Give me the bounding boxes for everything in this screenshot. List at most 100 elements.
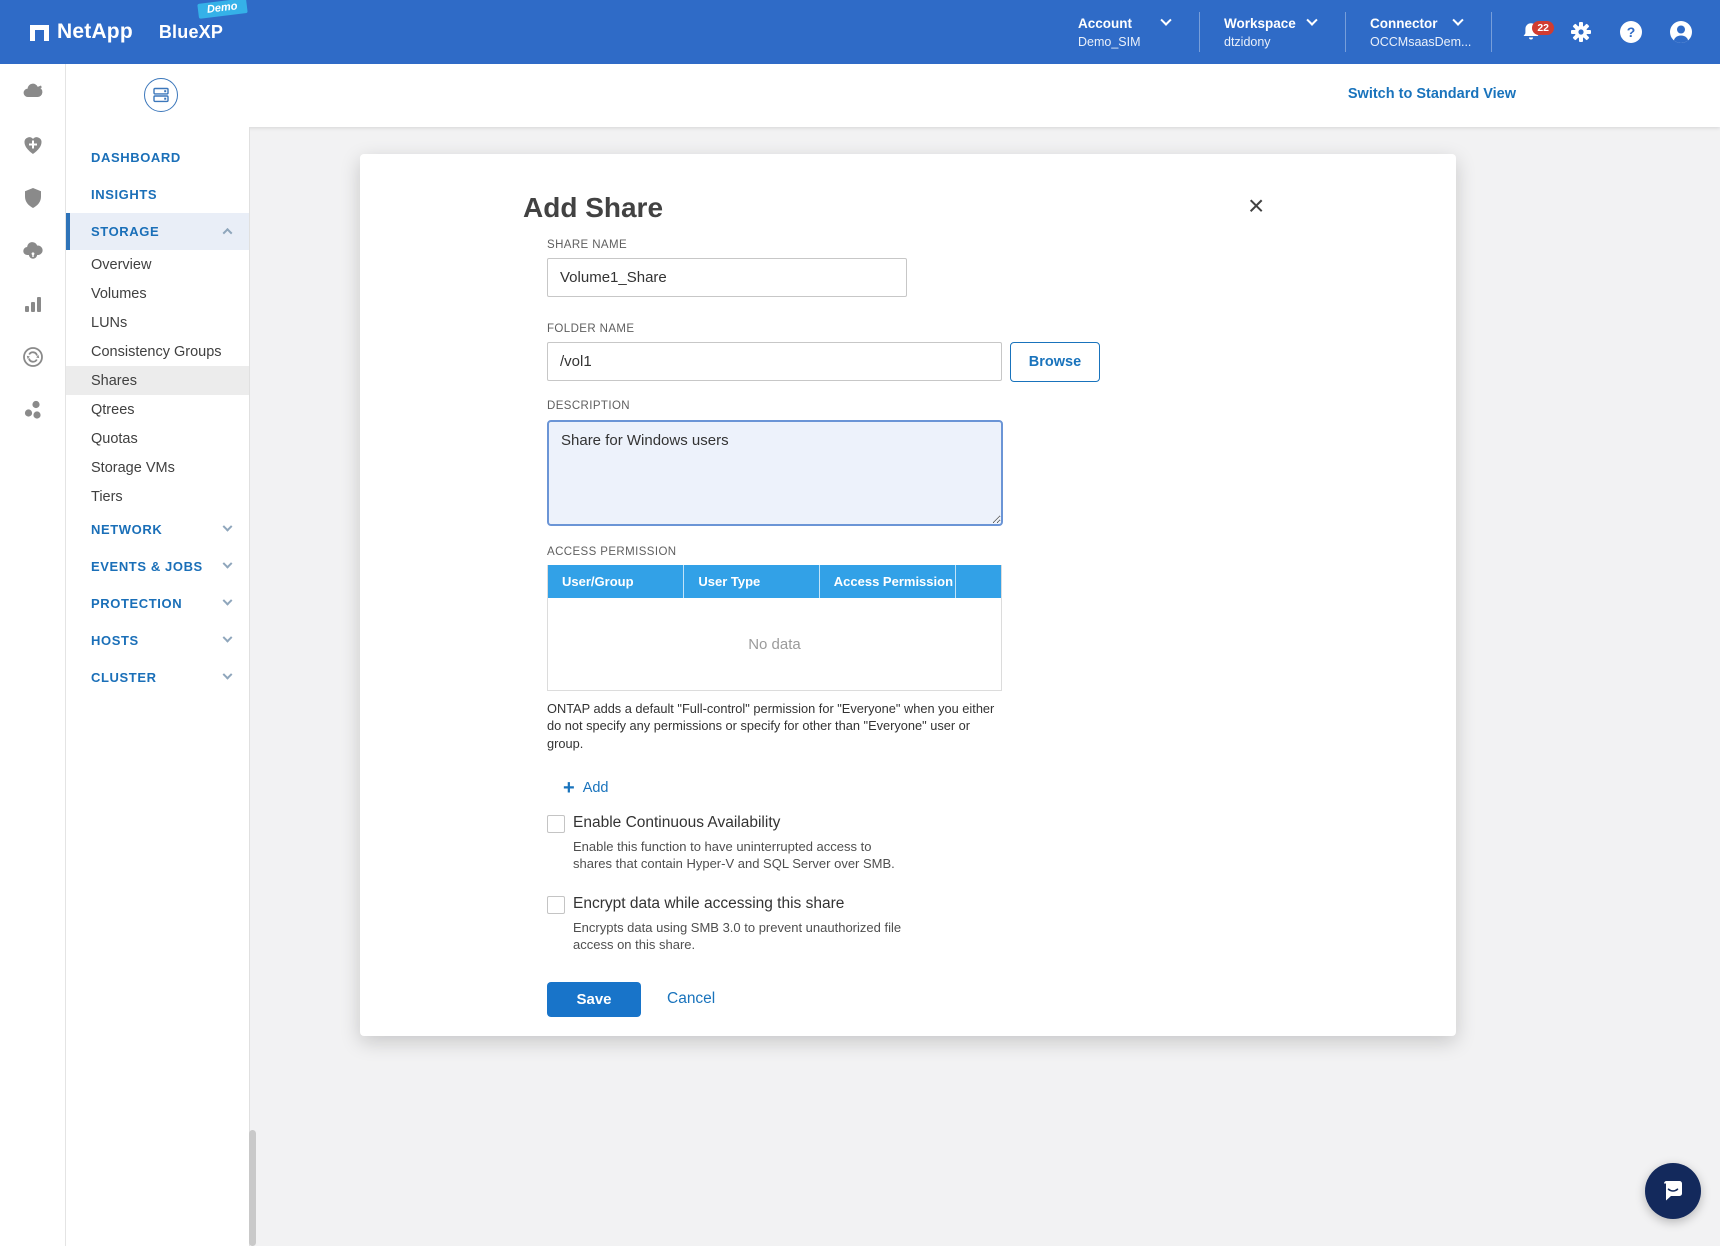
analytics-bar-chart-icon[interactable] xyxy=(21,292,45,316)
chat-bubble-icon xyxy=(1659,1177,1687,1205)
chevron-down-icon xyxy=(223,670,233,680)
continuous-availability-option: Enable Continuous Availability Enable th… xyxy=(547,814,1307,873)
sidebar-item-label: HOSTS xyxy=(91,633,139,648)
brand: NetApp BlueXP xyxy=(30,0,223,64)
sidebar-item-consistency-groups[interactable]: Consistency Groups xyxy=(66,337,249,366)
continuous-availability-checkbox[interactable] xyxy=(547,815,565,833)
user-avatar-icon[interactable] xyxy=(1668,19,1694,45)
sidebar-item-volumes[interactable]: Volumes xyxy=(66,279,249,308)
modal-title: Add Share xyxy=(523,192,663,224)
browse-button[interactable]: Browse xyxy=(1010,342,1100,382)
chat-widget-button[interactable] xyxy=(1645,1163,1701,1219)
protection-shield-icon[interactable] xyxy=(21,186,45,210)
continuous-availability-label: Enable Continuous Availability xyxy=(573,814,908,832)
encrypt-data-description: Encrypts data using SMB 3.0 to prevent u… xyxy=(573,919,908,954)
notification-count-badge: 22 xyxy=(1532,21,1554,35)
connector-selector[interactable]: Connector OCCMsaasDem... xyxy=(1370,12,1492,52)
netapp-logo-icon xyxy=(30,25,49,41)
sidebar-item-label: Tiers xyxy=(91,489,123,505)
left-icon-rail xyxy=(0,64,66,1246)
page-toolbar: Switch to Standard View xyxy=(66,64,1720,127)
chevron-down-icon xyxy=(223,559,233,569)
sidebar-item-label: Qtrees xyxy=(91,402,135,418)
access-permission-table: User/Group User Type Access Permission N… xyxy=(547,565,1002,691)
folder-name-label: FOLDER NAME xyxy=(547,323,1307,335)
close-icon[interactable]: × xyxy=(1248,192,1264,220)
help-icon[interactable]: ? xyxy=(1618,19,1644,45)
extensions-dots-icon[interactable] xyxy=(21,398,45,422)
switch-standard-view-link[interactable]: Switch to Standard View xyxy=(1348,86,1516,102)
sidebar-nav: DASHBOARD INSIGHTS STORAGE Overview Volu… xyxy=(66,127,250,1246)
sidebar-item-luns[interactable]: LUNs xyxy=(66,308,249,337)
account-selector[interactable]: Account Demo_SIM xyxy=(1078,12,1200,52)
sidebar-item-label: Overview xyxy=(91,257,151,273)
sidebar-item-hosts[interactable]: HOSTS xyxy=(66,622,249,659)
governance-cloud-lock-icon[interactable] xyxy=(21,239,45,263)
sidebar-item-label: Storage VMs xyxy=(91,460,175,476)
account-label: Account xyxy=(1078,16,1132,31)
chevron-down-icon xyxy=(223,633,233,643)
sidebar-item-quotas[interactable]: Quotas xyxy=(66,424,249,453)
save-button[interactable]: Save xyxy=(547,982,641,1017)
sidebar-item-label: INSIGHTS xyxy=(91,187,157,202)
plus-icon: + xyxy=(563,778,575,798)
add-permission-link[interactable]: + Add xyxy=(563,778,633,798)
workspace-value: dtzidony xyxy=(1224,35,1345,49)
sidebar-item-network[interactable]: NETWORK xyxy=(66,511,249,548)
account-value: Demo_SIM xyxy=(1078,35,1199,49)
sidebar-item-storage-vms[interactable]: Storage VMs xyxy=(66,453,249,482)
folder-name-row: Browse xyxy=(547,342,1307,382)
cancel-button[interactable]: Cancel xyxy=(667,990,715,1008)
workspace-label: Workspace xyxy=(1224,16,1296,31)
sidebar-item-label: CLUSTER xyxy=(91,670,157,685)
health-heart-icon[interactable] xyxy=(21,133,45,157)
description-textarea[interactable]: Share for Windows users xyxy=(547,420,1003,526)
sidebar-item-label: STORAGE xyxy=(91,224,159,239)
workspace-selector[interactable]: Workspace dtzidony xyxy=(1224,12,1346,52)
sidebar-item-protection[interactable]: PROTECTION xyxy=(66,585,249,622)
sidebar-item-shares[interactable]: Shares xyxy=(66,366,249,395)
sidebar-item-insights[interactable]: INSIGHTS xyxy=(66,176,249,213)
connector-label: Connector xyxy=(1370,16,1438,31)
continuous-availability-description: Enable this function to have uninterrupt… xyxy=(573,838,908,873)
add-share-form: SHARE NAME FOLDER NAME Browse DESCRIPTIO… xyxy=(547,239,1307,1017)
sidebar-item-storage[interactable]: STORAGE xyxy=(66,213,249,250)
chevron-down-icon xyxy=(1306,15,1317,26)
encrypt-data-option: Encrypt data while accessing this share … xyxy=(547,895,1307,954)
storage-canvas-icon[interactable] xyxy=(144,78,178,112)
sidebar-item-tiers[interactable]: Tiers xyxy=(66,482,249,511)
chevron-down-icon xyxy=(223,522,233,532)
connector-value: OCCMsaasDem... xyxy=(1370,35,1491,49)
sidebar-item-label: DASHBOARD xyxy=(91,150,181,165)
chevron-down-icon xyxy=(1452,15,1463,26)
cloud-storage-icon[interactable] xyxy=(21,80,45,104)
column-header-actions xyxy=(956,565,1001,598)
sidebar-scrollbar[interactable] xyxy=(249,1130,256,1246)
sidebar-item-label: NETWORK xyxy=(91,522,162,537)
brand-name: NetApp xyxy=(57,20,133,44)
sync-circle-icon[interactable] xyxy=(21,345,45,369)
description-label: DESCRIPTION xyxy=(547,400,1307,412)
folder-name-input[interactable] xyxy=(547,342,1002,381)
sidebar-item-label: Volumes xyxy=(91,286,147,302)
share-name-input[interactable] xyxy=(547,258,907,297)
sidebar-item-events-jobs[interactable]: EVENTS & JOBS xyxy=(66,548,249,585)
table-header-row: User/Group User Type Access Permission xyxy=(548,565,1001,598)
sidebar-item-qtrees[interactable]: Qtrees xyxy=(66,395,249,424)
header-icon-cluster: 22 ? xyxy=(1518,19,1694,45)
encrypt-data-checkbox[interactable] xyxy=(547,896,565,914)
settings-gear-icon[interactable] xyxy=(1568,19,1594,45)
access-permission-label: ACCESS PERMISSION xyxy=(547,546,1307,558)
product-name: BlueXP xyxy=(159,22,223,43)
svg-text:?: ? xyxy=(1627,24,1636,40)
sidebar-item-label: LUNs xyxy=(91,315,127,331)
notifications-bell-icon[interactable]: 22 xyxy=(1518,19,1544,45)
sidebar-item-cluster[interactable]: CLUSTER xyxy=(66,659,249,696)
sidebar-item-overview[interactable]: Overview xyxy=(66,250,249,279)
add-label: Add xyxy=(583,780,609,796)
modal-actions: Save Cancel xyxy=(547,982,1307,1017)
sidebar-item-dashboard[interactable]: DASHBOARD xyxy=(66,139,249,176)
app-header: NetApp BlueXP Demo Account Demo_SIM Work… xyxy=(0,0,1720,64)
share-name-label: SHARE NAME xyxy=(547,239,1307,251)
permission-note: ONTAP adds a default "Full-control" perm… xyxy=(547,700,1007,752)
